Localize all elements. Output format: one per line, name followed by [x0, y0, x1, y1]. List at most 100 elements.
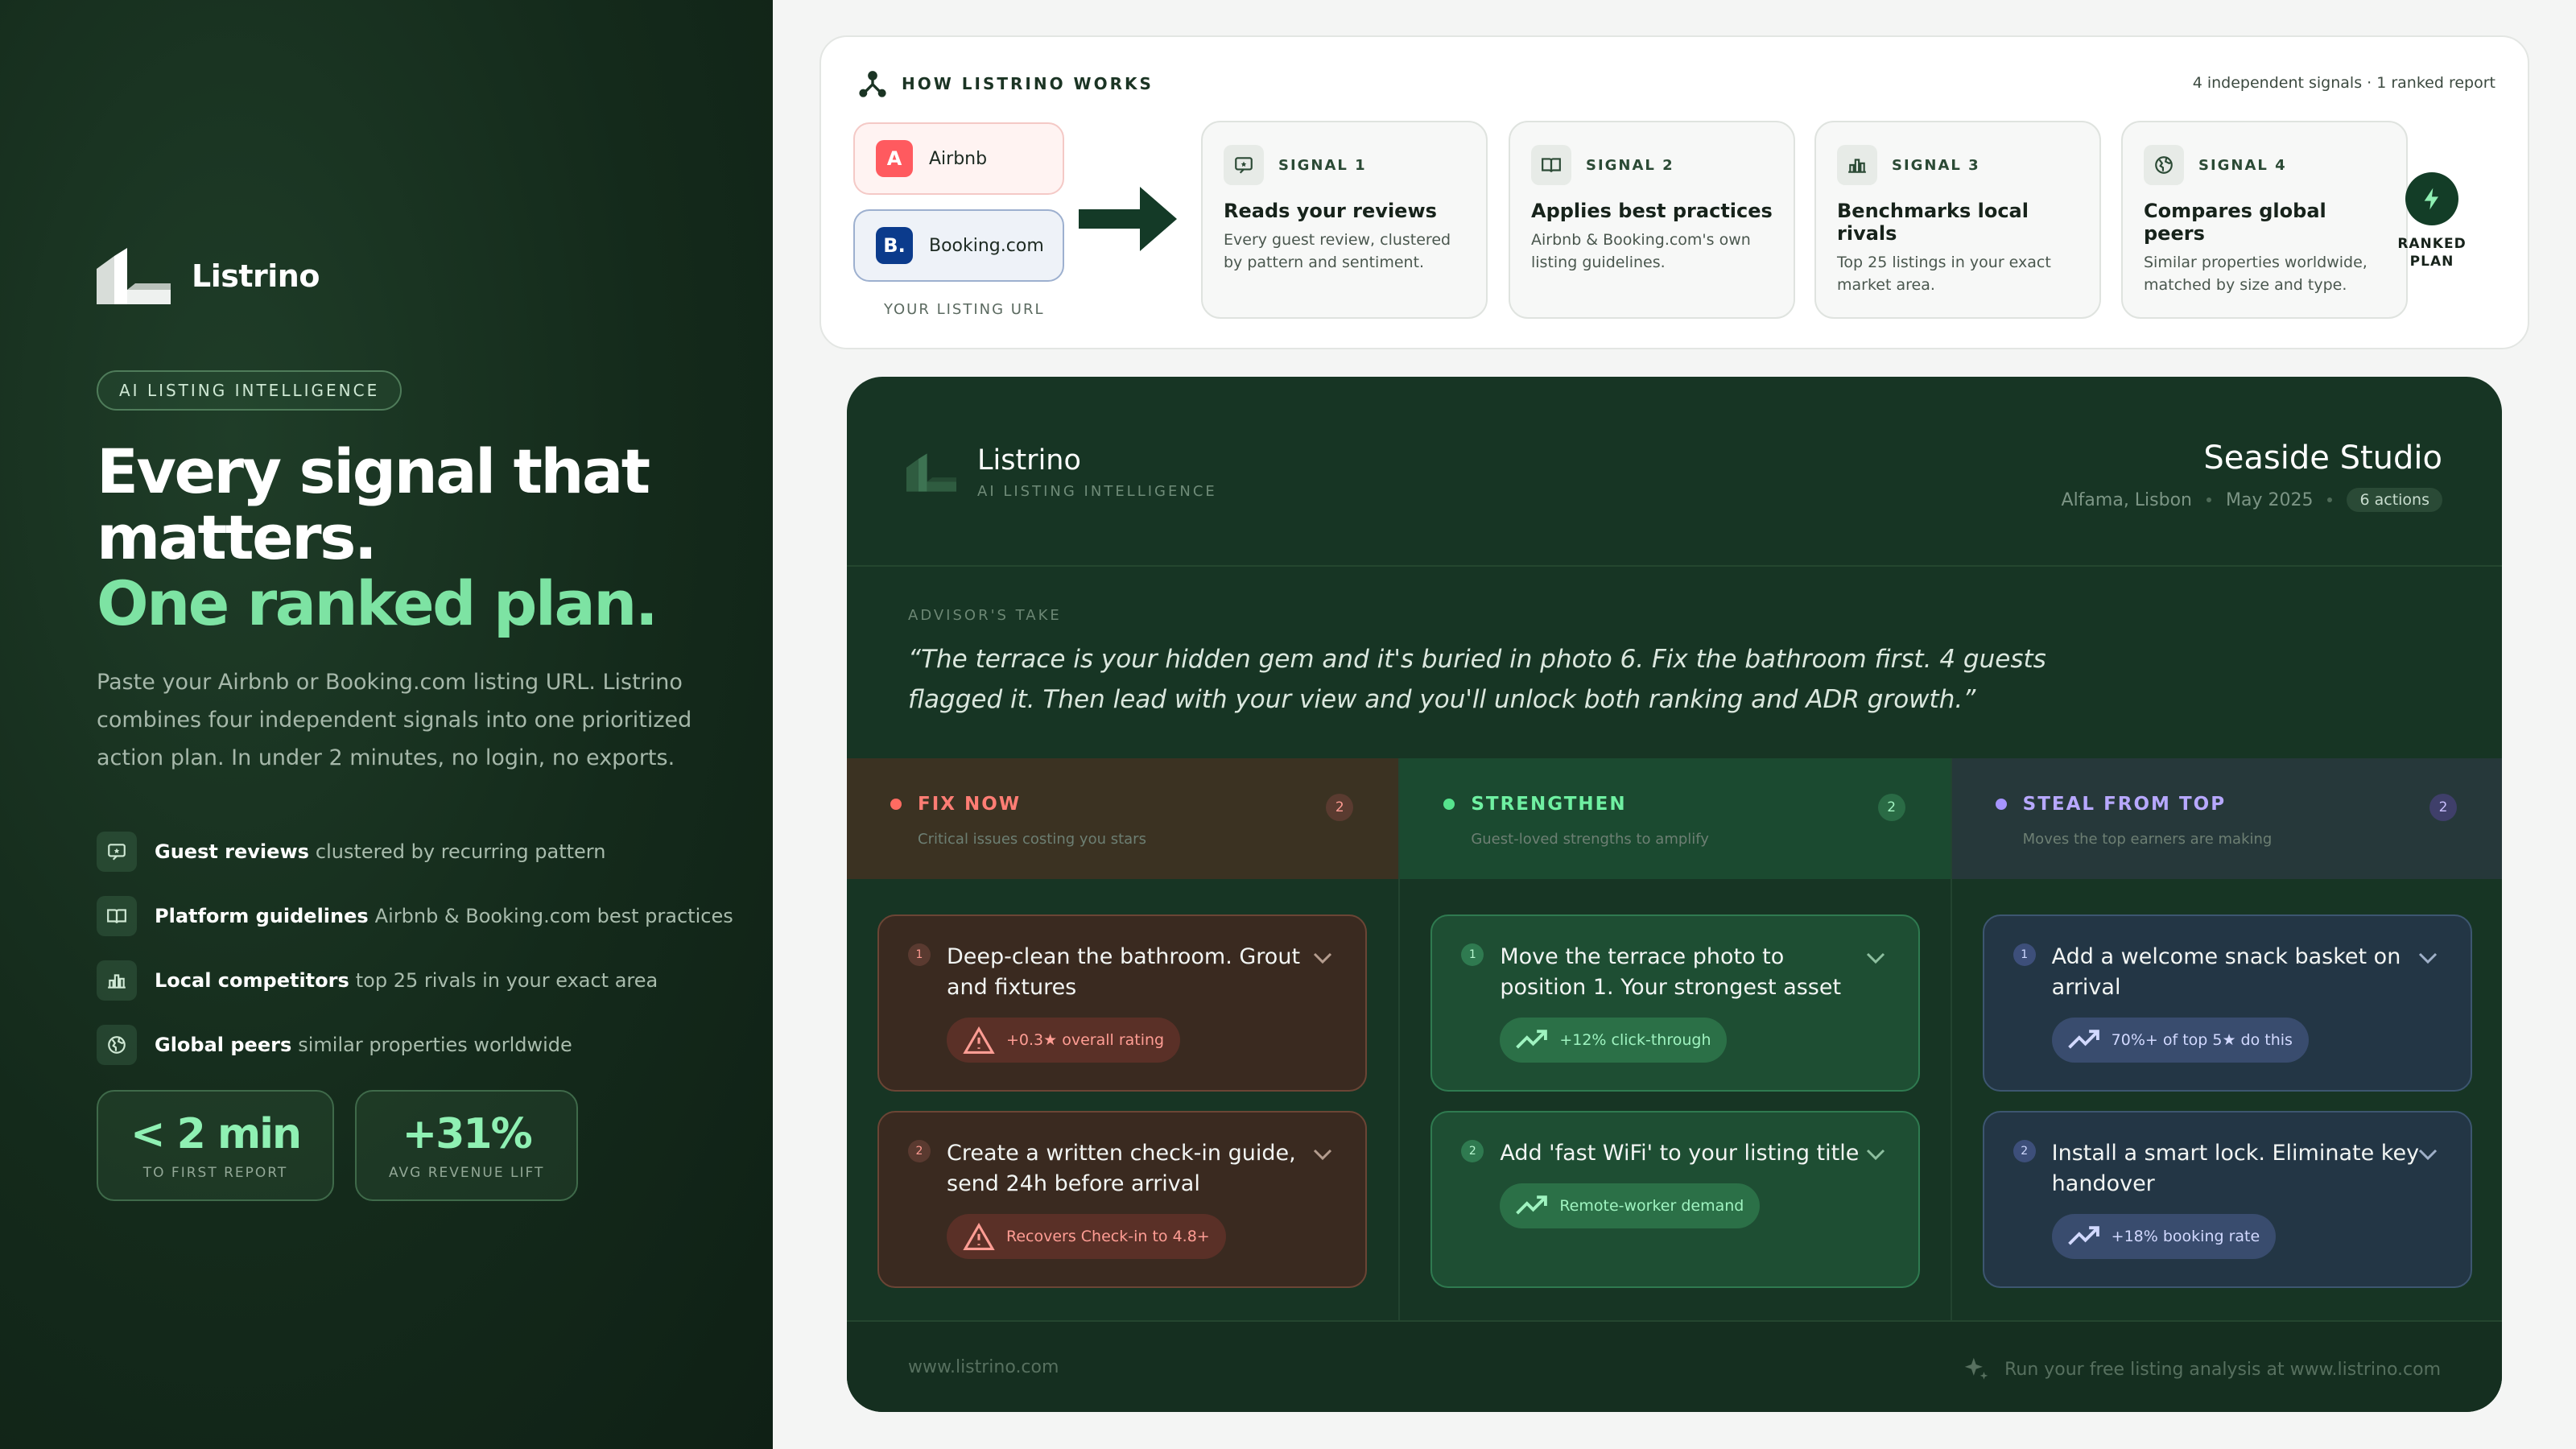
headline: Every signal that matters. One ranked pl… [97, 439, 658, 639]
card-number: 2 [908, 1140, 931, 1162]
review-icon [1224, 145, 1264, 185]
signal-desc: Every guest review, clustered by pattern… [1224, 231, 1451, 271]
chevron-down-icon[interactable] [1865, 952, 1886, 964]
category-pill: AI LISTING INTELLIGENCE [97, 370, 402, 411]
bar-chart-icon [1837, 145, 1877, 185]
feature-item: Local competitors top 25 rivals in your … [97, 948, 733, 1013]
impact-text: +12% click-through [1559, 1031, 1711, 1049]
action-card[interactable]: 2 Install a smart lock. Eliminate key ha… [1982, 1111, 2472, 1288]
chevron-down-icon[interactable] [1312, 952, 1333, 964]
action-card[interactable]: 1 Move the terrace photo to position 1. … [1430, 914, 1921, 1092]
card-text: Add a welcome snack basket on arrival [2051, 944, 2401, 1000]
column-strengthen: STRENGTHEN Guest-loved strengths to ampl… [1398, 758, 1951, 1320]
feature-desc: Airbnb & Booking.com best practices [374, 905, 733, 927]
trend-up-icon [2067, 1030, 2099, 1049]
chevron-down-icon[interactable] [2417, 1148, 2438, 1161]
headline-line-2: matters. [97, 502, 378, 573]
signal-desc: Airbnb & Booking.com's own listing guide… [1531, 231, 1751, 271]
source-name: Booking.com [929, 235, 1044, 256]
review-icon [97, 832, 137, 872]
column-title: FIX NOW [918, 794, 1022, 815]
globe-icon [97, 1025, 137, 1065]
column-steal-from-top: STEAL FROM TOP Moves the top earners are… [1950, 758, 2502, 1320]
column-count: 2 [2429, 794, 2457, 821]
feature-title: Local competitors [155, 969, 349, 992]
chevron-down-icon[interactable] [1865, 1148, 1886, 1161]
footer-url[interactable]: www.listrino.com [908, 1357, 1059, 1377]
impact-text: 70%+ of top 5★ do this [2111, 1031, 2293, 1049]
action-card[interactable]: 1 Deep-clean the bathroom. Grout and fix… [877, 914, 1367, 1092]
action-columns: FIX NOW Critical issues costing you star… [847, 758, 2502, 1320]
signal-card: SIGNAL 4 Compares global peers Similar p… [2121, 121, 2408, 319]
bar-chart-icon [97, 960, 137, 1001]
column-subtitle: Moves the top earners are making [2022, 831, 2273, 848]
signal-title: Benchmarks local rivals [1837, 200, 2029, 245]
status-dot [1443, 799, 1455, 810]
stat-value: < 2 min [130, 1110, 302, 1158]
column-header: STRENGTHEN Guest-loved strengths to ampl… [1400, 758, 1951, 879]
listrino-logo-icon [97, 248, 171, 304]
how-it-works-card: HOW LISTRINO WORKS 4 independent signals… [819, 35, 2529, 349]
signal-number: SIGNAL 4 [2198, 156, 2287, 174]
sparkle-icon [1964, 1357, 1988, 1380]
action-card[interactable]: 2 Create a written check-in guide, send … [877, 1111, 1367, 1288]
column-title: STRENGTHEN [1471, 794, 1627, 815]
separator-dot [2327, 497, 2333, 502]
advisor-label: ADVISOR'S TAKE [908, 607, 1062, 624]
brand-name: Listrino [192, 258, 320, 294]
marketing-panel: Listrino AI LISTING INTELLIGENCE Every s… [0, 0, 773, 1449]
feature-desc: top 25 rivals in your exact area [355, 969, 658, 992]
headline-line-3: One ranked plan. [97, 568, 658, 639]
feature-desc: clustered by recurring pattern [315, 840, 606, 863]
column-header: STEAL FROM TOP Moves the top earners are… [1951, 758, 2502, 879]
column-fix-now: FIX NOW Critical issues costing you star… [847, 758, 1399, 1320]
property-title: Seaside Studio [2203, 440, 2442, 477]
feature-title: Global peers [155, 1034, 292, 1056]
feature-desc: similar properties worldwide [298, 1034, 572, 1056]
report-footer: www.listrino.com Run your free listing a… [847, 1320, 2502, 1412]
status-dot [1995, 799, 2007, 810]
ranked-label-1: RANKED [2397, 236, 2467, 252]
report-card: Listrino AI LISTING INTELLIGENCE Seaside… [847, 377, 2502, 1412]
lightning-icon [2405, 172, 2458, 225]
how-title-text: HOW LISTRINO WORKS [902, 74, 1154, 93]
feature-title: Platform guidelines [155, 905, 369, 927]
chevron-down-icon[interactable] [2417, 952, 2438, 964]
action-card[interactable]: 2 Add 'fast WiFi' to your listing title … [1430, 1111, 1921, 1288]
feature-item: Platform guidelines Airbnb & Booking.com… [97, 884, 733, 948]
brand: Listrino [97, 248, 320, 304]
report-brand-name: Listrino [977, 444, 1081, 477]
trend-up-icon [2067, 1226, 2099, 1245]
how-title: HOW LISTRINO WORKS [857, 68, 1154, 100]
chevron-down-icon[interactable] [1312, 1148, 1333, 1161]
source-name: Airbnb [929, 148, 988, 169]
card-number: 2 [2013, 1140, 2036, 1162]
source-label: YOUR LISTING URL [884, 301, 1045, 318]
globe-icon [2144, 145, 2184, 185]
listrino-logo-icon [906, 452, 956, 492]
footer-cta[interactable]: Run your free listing analysis at www.li… [1961, 1354, 2441, 1385]
signal-title: Applies best practices [1531, 200, 1773, 222]
trend-up-icon [1516, 1195, 1548, 1215]
source-airbnb[interactable]: A Airbnb [853, 122, 1064, 195]
impact-tag: +12% click-through [1500, 1018, 1728, 1063]
signal-number: SIGNAL 2 [1586, 156, 1674, 174]
booking-logo-icon: B. [876, 227, 913, 264]
book-icon [1531, 145, 1571, 185]
card-text: Add 'fast WiFi' to your listing title [1500, 1141, 1860, 1166]
ranked-plan: RANKED PLAN [2396, 172, 2468, 270]
action-card[interactable]: 1 Add a welcome snack basket on arrival … [1982, 914, 2472, 1092]
impact-text: +18% booking rate [2111, 1228, 2260, 1245]
card-number: 1 [2013, 943, 2036, 966]
signal-card: SIGNAL 1 Reads your reviews Every guest … [1201, 121, 1488, 319]
stat-value: +31% [402, 1110, 533, 1158]
feature-item: Guest reviews clustered by recurring pat… [97, 819, 733, 884]
stat-first-report: < 2 min TO FIRST REPORT [97, 1090, 334, 1201]
source-booking[interactable]: B. Booking.com [853, 209, 1064, 282]
card-number: 1 [908, 943, 931, 966]
advisor-quote: “The terrace is your hidden gem and it's… [908, 645, 2046, 714]
footer-cta-text: Run your free listing analysis at www.li… [2004, 1359, 2441, 1380]
card-text: Install a smart lock. Eliminate key hand… [2051, 1141, 2420, 1196]
signal-number: SIGNAL 3 [1892, 156, 1980, 174]
signal-title: Reads your reviews [1224, 200, 1437, 222]
